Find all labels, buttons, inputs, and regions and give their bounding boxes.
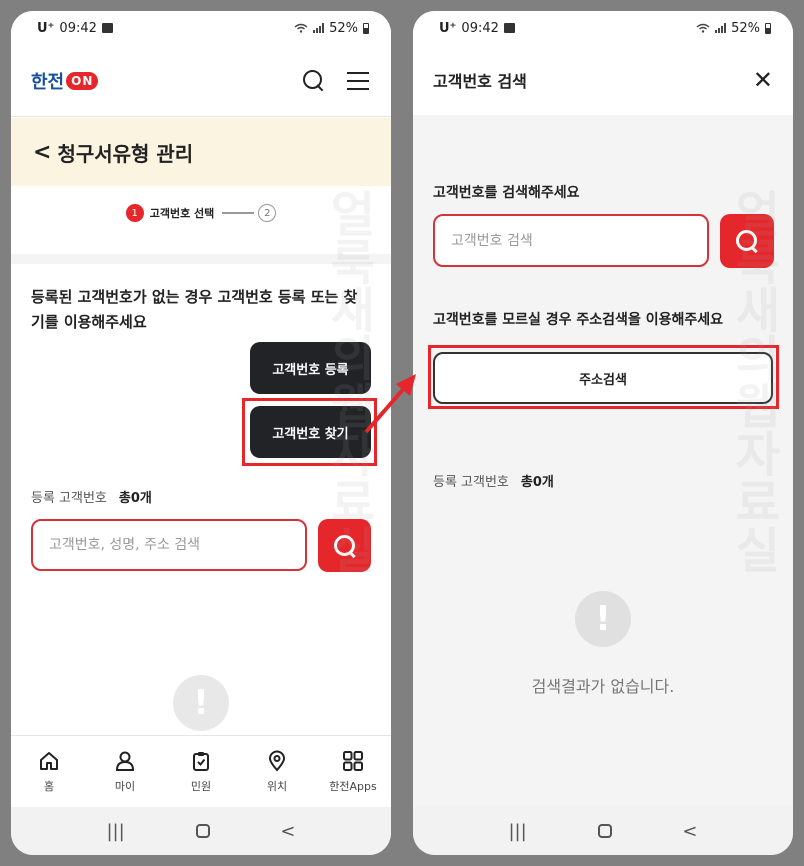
home-button-icon[interactable] xyxy=(195,824,210,838)
step-1-label: 고객번호 선택 xyxy=(149,207,215,220)
address-search-instruction: 고객번호를 모르실 경우 주소검색을 이용해주세요 xyxy=(433,312,723,328)
battery-icon xyxy=(363,22,369,34)
status-bar: U⁺ 09:42 52% xyxy=(413,11,793,45)
carrier-label: U⁺ xyxy=(439,20,457,36)
modal-title: 고객번호 검색 xyxy=(433,72,527,91)
nav-item-home[interactable]: 홈 xyxy=(14,750,84,794)
recent-apps-icon[interactable]: ||| xyxy=(106,821,124,842)
back-chevron-icon[interactable]: < xyxy=(33,140,51,165)
customer-search-input[interactable] xyxy=(49,537,305,553)
modal-header: 고객번호 검색 ✕ xyxy=(413,45,793,115)
step-2-badge: 2 xyxy=(258,204,277,222)
exclamation-icon: ! xyxy=(173,675,229,731)
hamburger-menu-icon[interactable] xyxy=(347,71,369,90)
nav-item-my[interactable]: 마이 xyxy=(90,750,160,794)
no-customer-notice: 등록된 고객번호가 없는 경우 고객번호 등록 또는 찾기를 이용해주세요 xyxy=(31,288,358,331)
page-title: 청구서유형 관리 xyxy=(57,141,194,166)
wifi-icon xyxy=(294,23,308,33)
exclamation-icon: ! xyxy=(575,591,631,647)
system-navigation-bar: ||| < xyxy=(11,807,391,855)
bottom-navigation: 홈 마이 민원 위치 한전Apps xyxy=(11,735,391,807)
system-navigation-bar: ||| < xyxy=(413,807,793,855)
nav-item-location[interactable]: 위치 xyxy=(242,750,312,794)
recent-apps-icon[interactable]: ||| xyxy=(508,821,526,842)
home-icon xyxy=(40,751,58,770)
clock: 09:42 xyxy=(461,20,499,36)
step-connector xyxy=(222,212,255,214)
step-1-badge: 1 xyxy=(125,204,144,222)
phone-screen-right: U⁺ 09:42 52% 고객번호 검색 ✕ 고객번호를 검색해주세요 고객번호… xyxy=(413,11,793,855)
signal-icon xyxy=(313,23,325,33)
search-instruction: 고객번호를 검색해주세요 xyxy=(433,185,580,201)
location-pin-icon xyxy=(268,750,286,772)
apps-grid-icon xyxy=(343,750,363,771)
signal-icon xyxy=(715,23,727,33)
search-icon[interactable] xyxy=(303,69,325,92)
home-button-icon[interactable] xyxy=(597,824,612,838)
page-title-bar: < 청구서유형 관리 xyxy=(11,118,391,186)
registered-count: 등록 고객번호 총0개 xyxy=(433,471,554,490)
battery-percent: 52% xyxy=(731,20,760,36)
customer-number-search-input[interactable] xyxy=(451,232,707,249)
app-header: 한전 ON xyxy=(11,45,391,117)
wifi-icon xyxy=(696,23,710,33)
transition-arrow-icon xyxy=(364,374,416,434)
nav-item-apps[interactable]: 한전Apps xyxy=(318,750,388,794)
customer-search-field[interactable] xyxy=(31,519,307,571)
count-label: 등록 고객번호 xyxy=(31,491,107,506)
count-label: 등록 고객번호 xyxy=(433,475,509,490)
clipboard-icon xyxy=(193,751,209,771)
carrier-label: U⁺ xyxy=(37,20,55,36)
system-back-icon[interactable]: < xyxy=(280,821,295,842)
gallery-notification-icon xyxy=(101,23,113,33)
gallery-notification-icon xyxy=(503,23,515,33)
phone-screen-left: U⁺ 09:42 52% 한전 ON < 청구서유형 관리 1 고객번호 선택 … xyxy=(11,11,391,855)
kepco-on-logo[interactable]: 한전 ON xyxy=(31,68,99,94)
nav-item-civil[interactable]: 민원 xyxy=(166,750,236,794)
user-icon xyxy=(115,751,135,771)
battery-icon xyxy=(765,22,771,34)
highlight-frame-address xyxy=(428,345,779,409)
watermark: 얼룩새의웹자료실 xyxy=(735,187,781,579)
status-bar: U⁺ 09:42 52% xyxy=(11,11,391,45)
system-back-icon[interactable]: < xyxy=(682,821,697,842)
battery-percent: 52% xyxy=(329,20,358,36)
empty-result-message: 검색결과가 없습니다. xyxy=(531,677,675,696)
count-value: 총0개 xyxy=(520,475,554,490)
close-icon[interactable]: ✕ xyxy=(753,68,773,92)
clock: 09:42 xyxy=(59,20,97,36)
count-value: 총0개 xyxy=(118,491,152,506)
customer-number-search-field[interactable] xyxy=(433,214,709,267)
registered-count: 등록 고객번호 총0개 xyxy=(31,487,152,506)
